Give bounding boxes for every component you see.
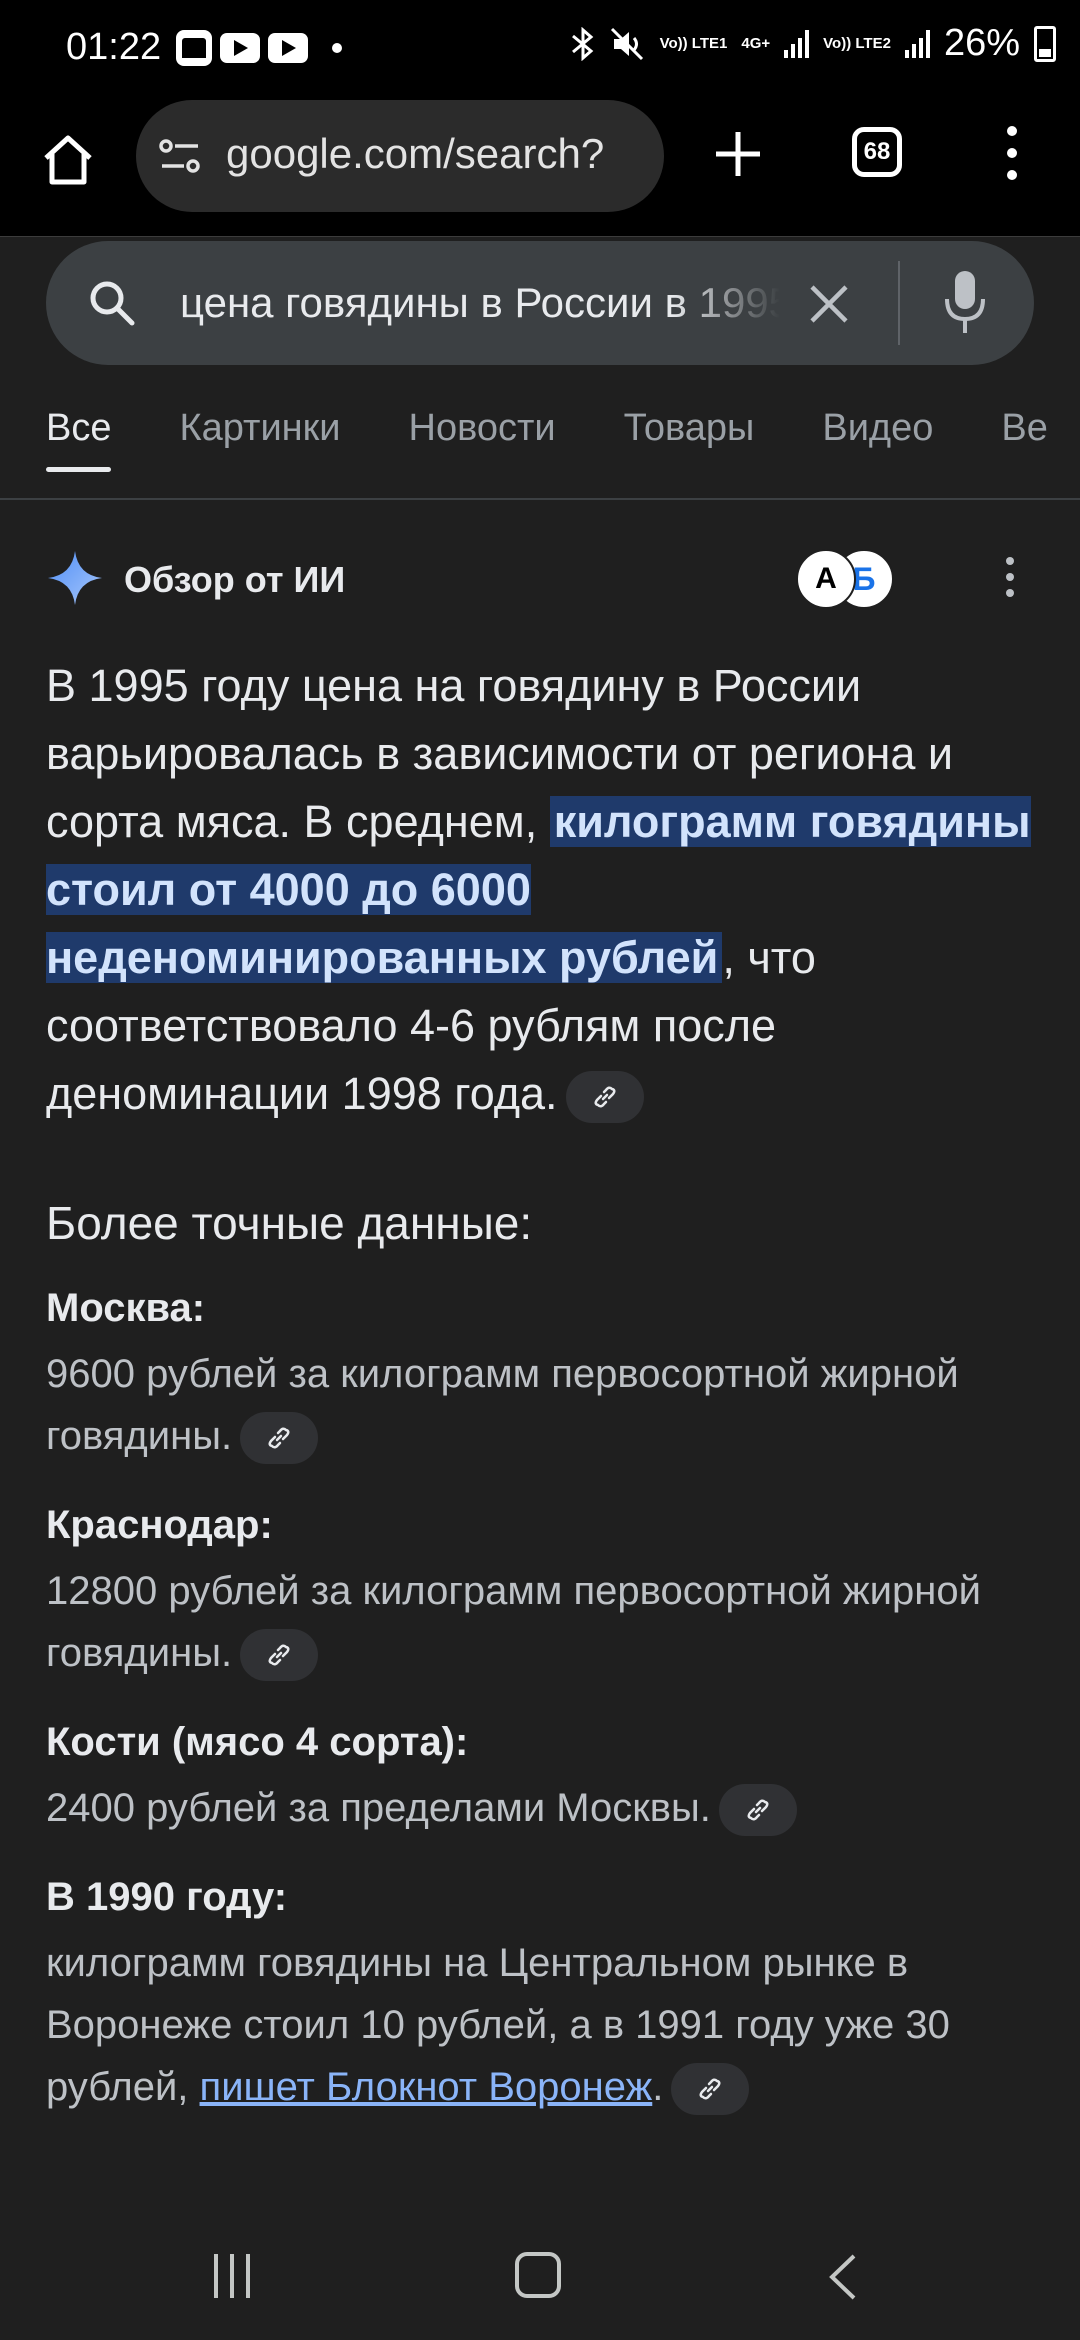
- tab-all[interactable]: Все: [46, 407, 112, 472]
- item-description: 9600 рублей за килограмм первосортной жи…: [46, 1352, 959, 1458]
- tab-news[interactable]: Новости: [409, 407, 556, 450]
- battery-level: 26%: [943, 22, 1020, 64]
- divider: [0, 498, 1080, 500]
- divider: [898, 261, 900, 345]
- search-icon[interactable]: [86, 277, 138, 329]
- tab-images[interactable]: Картинки: [179, 407, 340, 450]
- list-item: Краснодар: 12800 рублей за килограмм пер…: [46, 1503, 1036, 1684]
- tab-switcher-button[interactable]: 68: [852, 127, 902, 177]
- notification-icons: [176, 30, 342, 66]
- link-icon: [594, 1086, 616, 1108]
- link-icon: [268, 1427, 290, 1449]
- source-link-chip[interactable]: [240, 1412, 319, 1465]
- source-link-chip[interactable]: [565, 1071, 644, 1124]
- search-header: цена говядины в России в 1995 году Все К…: [0, 236, 1080, 502]
- browser-toolbar: google.com/search? 68: [0, 100, 1080, 236]
- item-text: 2400 рублей за пределами Москвы.: [46, 1777, 1036, 1839]
- item-punctuation: .: [652, 2065, 664, 2109]
- item-description: 12800 рублей за килограмм первосортной ж…: [46, 1569, 981, 1675]
- ai-overview-summary: В 1995 году цена на говядину в России ва…: [46, 652, 1036, 1128]
- youtube-icon: [268, 33, 308, 63]
- tab-more[interactable]: Ве: [1001, 407, 1047, 450]
- ai-overview-body: В 1995 году цена на говядину в России ва…: [46, 652, 1036, 2118]
- item-text: 9600 рублей за килограмм первосортной жи…: [46, 1343, 1036, 1467]
- network-type: 4G+: [741, 34, 771, 52]
- mts-app-icon: [176, 30, 212, 66]
- search-tabs: Все Картинки Новости Товары Видео Ве: [46, 407, 1048, 472]
- item-text: 12800 рублей за килограмм первосортной ж…: [46, 1560, 1036, 1684]
- ai-overview-header: Обзор от ИИ A Б: [46, 545, 1036, 615]
- search-input[interactable]: цена говядины в России в 1995 году: [180, 279, 780, 327]
- ai-sparkle-icon: [48, 551, 102, 605]
- item-title: Москва:: [46, 1286, 206, 1330]
- tab-shopping[interactable]: Товары: [624, 407, 755, 450]
- source-favicons[interactable]: A Б: [796, 545, 896, 609]
- item-text: килограмм говядины на Центральном рынке …: [46, 1932, 1036, 2118]
- new-tab-button[interactable]: [708, 124, 768, 184]
- list-item: В 1990 году: килограмм говядины на Центр…: [46, 1875, 1036, 2118]
- more-options-button[interactable]: [1002, 557, 1018, 607]
- list-item: Кости (мясо 4 сорта): 2400 рублей за пре…: [46, 1720, 1036, 1839]
- status-bar: 01:22 Vo)) LTE1 4G+ Vo)) LTE2 26%: [0, 0, 1080, 100]
- section-title: Более точные данные:: [46, 1197, 533, 1249]
- item-title: Кости (мясо 4 сорта):: [46, 1720, 469, 1764]
- close-icon[interactable]: [806, 281, 852, 327]
- url-text: google.com/search?: [226, 130, 605, 177]
- home-nav-button[interactable]: [515, 2252, 561, 2298]
- more-notifications-dot-icon: [332, 43, 342, 53]
- source-link-chip[interactable]: [671, 2063, 750, 2116]
- sim2-label: Vo)) LTE2: [823, 34, 891, 52]
- source-favicon[interactable]: A: [796, 549, 856, 609]
- ai-overview-title: Обзор от ИИ: [124, 559, 346, 600]
- browser-menu-button[interactable]: [1000, 126, 1024, 186]
- home-button[interactable]: [38, 130, 98, 190]
- youtube-icon: [220, 33, 260, 63]
- back-button[interactable]: [826, 2252, 860, 2302]
- item-title: В 1990 году:: [46, 1875, 288, 1919]
- bluetooth-icon: [571, 26, 593, 61]
- link-icon: [747, 1799, 769, 1821]
- microphone-icon[interactable]: [944, 269, 986, 337]
- source-link-chip[interactable]: [718, 1784, 797, 1837]
- list-item: Москва: 9600 рублей за килограмм первосо…: [46, 1286, 1036, 1467]
- battery-charging-icon: [1034, 25, 1056, 62]
- item-description: 2400 рублей за пределами Москвы.: [46, 1786, 711, 1830]
- sim1-label: Vo)) LTE1: [659, 34, 728, 52]
- status-time: 01:22: [66, 26, 162, 68]
- link-icon: [699, 2078, 721, 2100]
- address-bar[interactable]: google.com/search?: [136, 100, 664, 212]
- signal-strength-icon: [784, 29, 810, 58]
- search-box[interactable]: цена говядины в России в 1995 году: [46, 241, 1034, 365]
- recent-apps-button[interactable]: [214, 2254, 264, 2298]
- source-link-chip[interactable]: [240, 1629, 319, 1682]
- item-title: Краснодар:: [46, 1503, 273, 1547]
- system-navigation-bar: [0, 2210, 1080, 2340]
- mute-icon: [610, 27, 643, 60]
- status-indicators: Vo)) LTE1 4G+ Vo)) LTE2 26%: [570, 22, 1056, 65]
- signal-strength-icon: [904, 29, 930, 58]
- tab-videos[interactable]: Видео: [822, 407, 933, 450]
- link-icon: [268, 1644, 290, 1666]
- site-settings-icon[interactable]: [158, 138, 202, 174]
- source-link[interactable]: пишет Блокнот Воронеж: [200, 2065, 653, 2109]
